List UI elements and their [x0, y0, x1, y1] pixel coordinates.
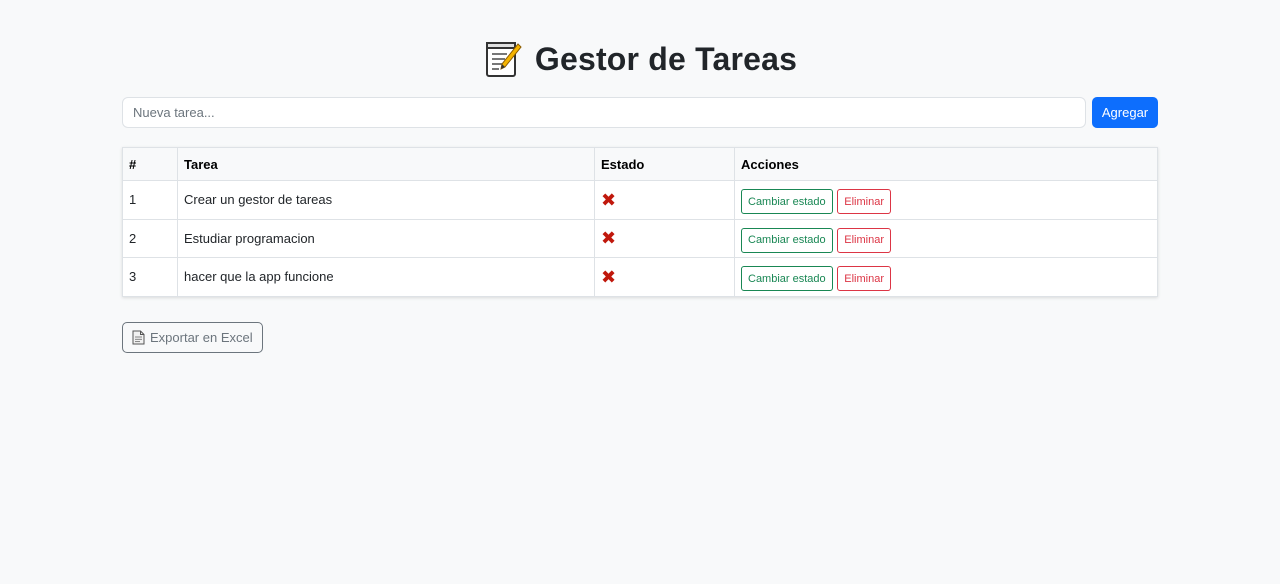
task-number: 2	[122, 218, 178, 258]
task-state-cell: ✖	[594, 180, 735, 220]
document-icon	[132, 330, 145, 344]
task-state-cell: ✖	[594, 218, 735, 258]
task-actions: Cambiar estado Eliminar	[734, 257, 1158, 297]
task-number: 1	[122, 180, 178, 220]
tasks-table: # Tarea Estado Acciones 1 Crear un gesto…	[122, 147, 1158, 297]
task-actions: Cambiar estado Eliminar	[734, 180, 1158, 220]
memo-icon	[485, 42, 522, 77]
column-header-task: Tarea	[177, 147, 595, 181]
task-name: Crear un gestor de tareas	[177, 180, 595, 220]
task-name: hacer que la app funcione	[177, 257, 595, 297]
table-header-row: # Tarea Estado Acciones	[122, 147, 1158, 181]
delete-button[interactable]: Eliminar	[837, 266, 892, 292]
table-row: 2 Estudiar programacion ✖ Cambiar estado…	[122, 218, 1158, 258]
task-actions: Cambiar estado Eliminar	[734, 218, 1158, 258]
add-task-form: Agregar	[122, 96, 1158, 128]
add-button[interactable]: Agregar	[1092, 96, 1158, 128]
cross-mark-icon: ✖	[601, 228, 617, 249]
column-header-number: #	[122, 147, 178, 181]
cross-mark-icon: ✖	[601, 266, 617, 287]
task-name: Estudiar programacion	[177, 218, 595, 258]
task-number: 3	[122, 257, 178, 297]
page-title: Gestor de Tareas	[534, 40, 798, 77]
toggle-state-button[interactable]: Cambiar estado	[741, 227, 833, 253]
toggle-state-button[interactable]: Cambiar estado	[741, 189, 833, 215]
table-row: 3 hacer que la app funcione ✖ Cambiar es…	[122, 257, 1158, 297]
delete-button[interactable]: Eliminar	[837, 227, 892, 253]
export-excel-button[interactable]: Exportar en Excel	[122, 321, 263, 353]
header: Gestor de Tareas	[122, 0, 1158, 96]
tasks-table-wrapper: # Tarea Estado Acciones 1 Crear un gesto…	[122, 147, 1158, 297]
task-state-cell: ✖	[594, 257, 735, 297]
export-label: Exportar en Excel	[150, 329, 253, 345]
table-row: 1 Crear un gestor de tareas ✖ Cambiar es…	[122, 180, 1158, 220]
delete-button[interactable]: Eliminar	[837, 189, 892, 215]
cross-mark-icon: ✖	[601, 189, 617, 210]
new-task-input[interactable]	[122, 96, 1086, 128]
column-header-state: Estado	[594, 147, 735, 181]
toggle-state-button[interactable]: Cambiar estado	[741, 266, 833, 292]
main-container: Gestor de Tareas Agregar # Tarea Estado …	[122, 0, 1158, 353]
column-header-actions: Acciones	[734, 147, 1158, 181]
